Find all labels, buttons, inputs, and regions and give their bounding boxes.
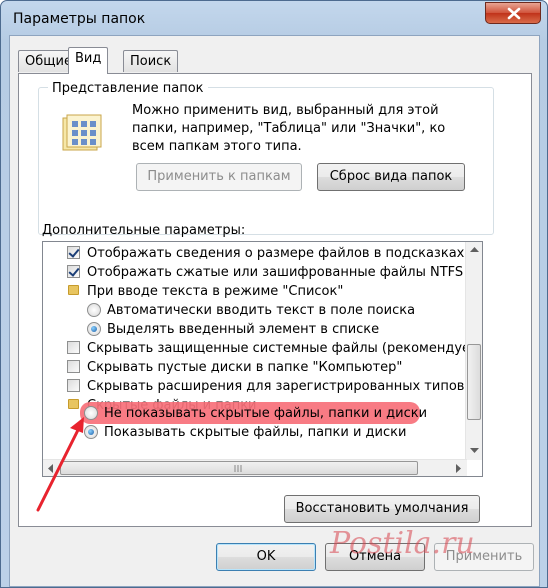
tab-view[interactable]: Вид bbox=[68, 47, 109, 74]
annotation-arrow-icon bbox=[36, 417, 84, 512]
tab-view-label: Вид bbox=[75, 51, 102, 66]
watermark: Postila.ru bbox=[330, 526, 475, 561]
